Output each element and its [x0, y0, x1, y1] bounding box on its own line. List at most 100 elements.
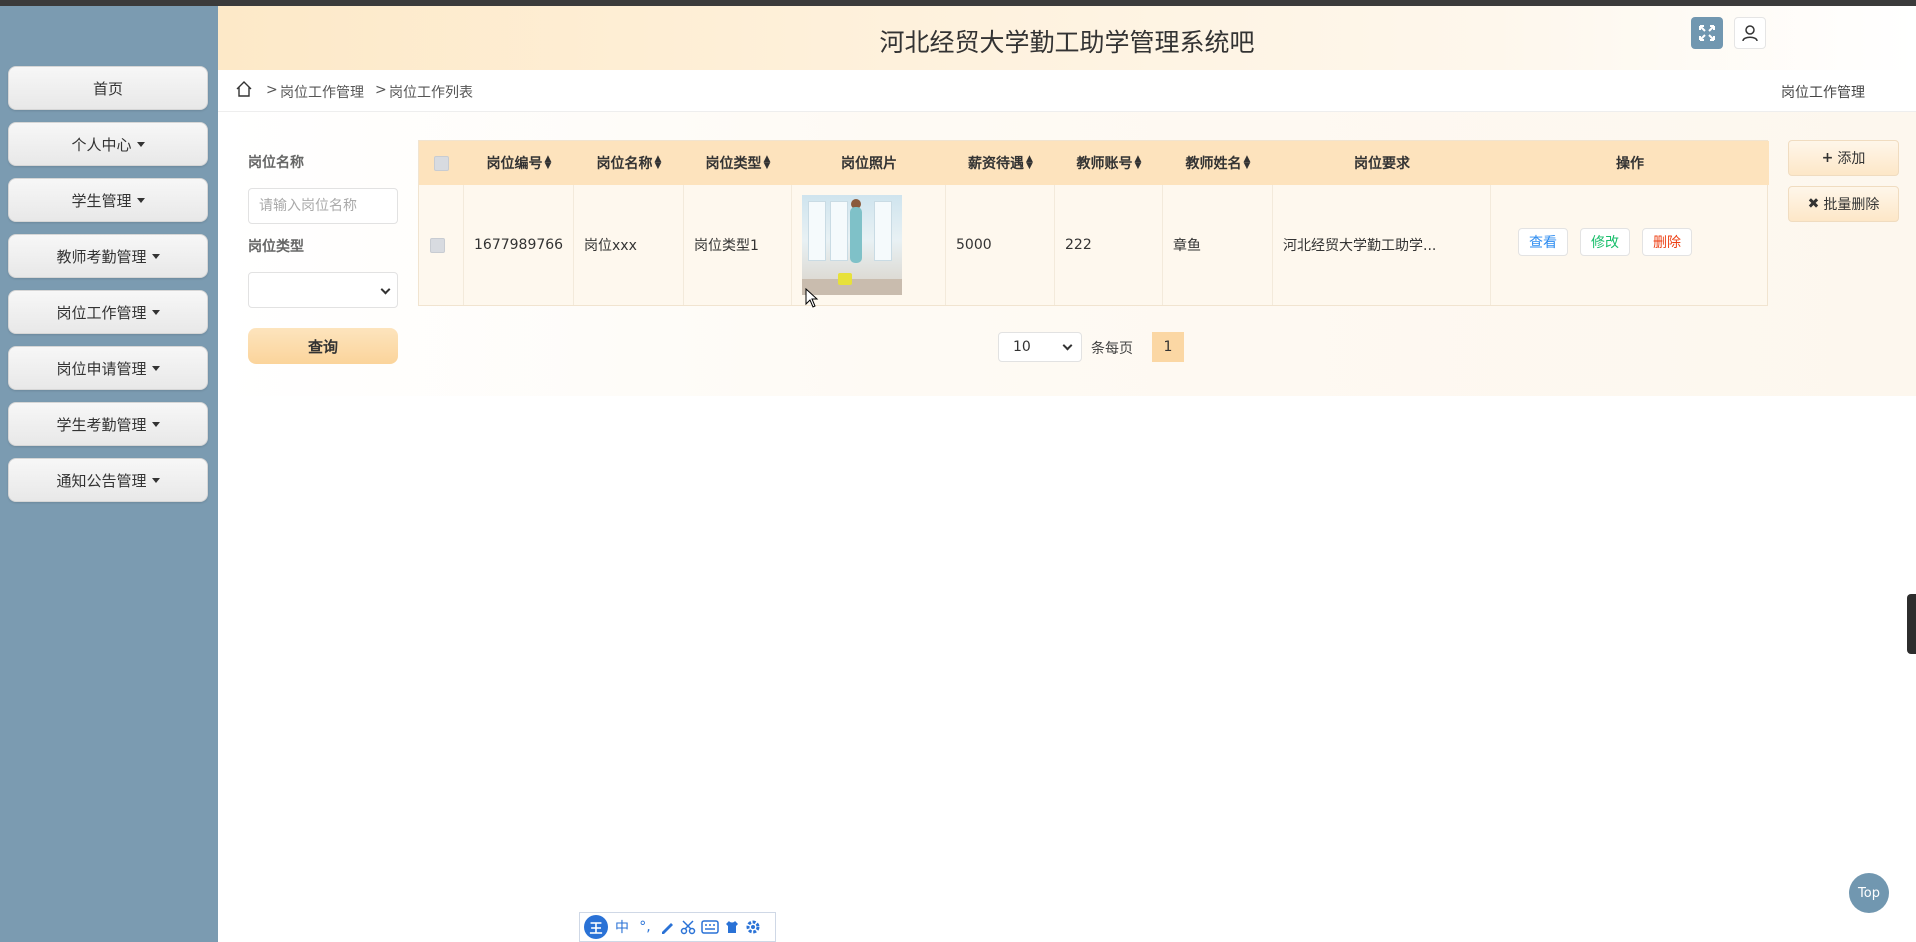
sidebar-item-post-application[interactable]: 岗位申请管理	[8, 346, 208, 390]
ime-language-toggle[interactable]: 中	[613, 917, 631, 937]
col-requirement-label: 岗位要求	[1354, 156, 1410, 172]
col-requirement: 岗位要求	[1273, 141, 1491, 185]
sort-icon: ▲ ▼	[1134, 154, 1142, 171]
page-button-current[interactable]: 1	[1152, 332, 1184, 362]
cell-post-name: 岗位xxx	[574, 185, 684, 305]
row-select-cell	[419, 185, 464, 305]
chevron-down-icon	[380, 284, 391, 295]
keyboard-icon[interactable]	[701, 920, 719, 934]
gear-icon[interactable]	[745, 919, 761, 935]
breadcrumb-separator: >	[375, 82, 387, 98]
fullscreen-button[interactable]	[1691, 17, 1723, 49]
cell-teacher-account: 222	[1055, 185, 1163, 305]
cell-salary: 5000	[946, 185, 1055, 305]
post-type-select[interactable]	[248, 272, 398, 308]
sidebar-item-label: 岗位申请管理	[56, 359, 147, 378]
page-size-select[interactable]: 10	[998, 332, 1082, 362]
chevron-down-icon	[1062, 340, 1073, 351]
mouse-cursor-icon	[805, 288, 819, 308]
photo-window	[808, 201, 826, 261]
col-post-photo: 岗位照片	[792, 141, 946, 185]
user-icon	[1742, 25, 1758, 42]
select-all-cell	[419, 141, 464, 185]
edit-button[interactable]: 修改	[1580, 228, 1630, 256]
sidebar-item-home[interactable]: 首页	[8, 66, 208, 110]
post-name-input[interactable]	[248, 188, 398, 224]
ime-punctuation-toggle[interactable]: °,	[636, 919, 654, 935]
search-button[interactable]: 查询	[248, 328, 398, 364]
sidebar: 首页 个人中心 学生管理 教师考勤管理 岗位工作管理 岗位申请管理 学生考勤管理…	[0, 6, 218, 942]
sort-icon: ▲ ▼	[1243, 154, 1251, 171]
skin-icon[interactable]	[724, 919, 740, 935]
batch-delete-button[interactable]: ✖ 批量删除	[1788, 186, 1899, 222]
photo-window	[874, 201, 892, 261]
select-all-checkbox[interactable]	[434, 155, 449, 171]
side-widget-tab[interactable]	[1907, 594, 1916, 654]
cell-post-type: 岗位类型1	[684, 185, 792, 305]
table-header: 岗位编号 ▲ ▼ 岗位名称 ▲ ▼ 岗位类型 ▲ ▼ 岗位照片 薪资待遇 ▲ ▼ 教师账号 ▲ ▼ …	[419, 141, 1769, 185]
ime-toolbar: 王 中 °,	[579, 912, 776, 942]
breadcrumb-separator: >	[266, 82, 278, 98]
sidebar-item-label: 教师考勤管理	[56, 247, 147, 266]
col-post-id[interactable]: 岗位编号 ▲ ▼	[464, 141, 574, 185]
col-teacher-name[interactable]: 教师姓名 ▲ ▼	[1163, 141, 1273, 185]
photo-window	[830, 201, 848, 261]
close-icon: ✖	[1807, 196, 1820, 212]
cell-post-photo	[792, 185, 946, 305]
caret-down-icon	[151, 365, 160, 371]
col-post-type[interactable]: 岗位类型 ▲ ▼	[684, 141, 792, 185]
page-title: 岗位工作管理	[1781, 85, 1865, 101]
sidebar-item-post-work[interactable]: 岗位工作管理	[8, 290, 208, 334]
sidebar-item-label: 学生管理	[71, 191, 132, 210]
col-teacher-account-label: 教师账号	[1076, 156, 1133, 172]
breadcrumb-post-list: 岗位工作列表	[389, 85, 473, 101]
caret-down-icon	[151, 309, 160, 315]
sidebar-item-student-management[interactable]: 学生管理	[8, 178, 208, 222]
sidebar-item-label: 岗位工作管理	[56, 303, 147, 322]
caret-down-icon	[151, 477, 160, 483]
back-to-top-button[interactable]: Top	[1849, 873, 1889, 913]
sidebar-item-teacher-attendance[interactable]: 教师考勤管理	[8, 234, 208, 278]
app-header: 河北经贸大学勤工助学管理系统吧	[218, 6, 1916, 70]
sort-icon: ▲ ▼	[544, 154, 552, 171]
sort-icon: ▲ ▼	[1026, 154, 1033, 171]
ime-logo-icon[interactable]: 王	[584, 915, 608, 939]
col-post-photo-label: 岗位照片	[841, 156, 897, 172]
post-table: 岗位编号 ▲ ▼ 岗位名称 ▲ ▼ 岗位类型 ▲ ▼ 岗位照片 薪资待遇 ▲ ▼ 教师账号 ▲ ▼ …	[418, 140, 1769, 306]
cell-requirement: 河北经贸大学勤工助学...	[1273, 185, 1491, 305]
col-teacher-account[interactable]: 教师账号 ▲ ▼	[1055, 141, 1163, 185]
app-title: 河北经贸大学勤工助学管理系统吧	[879, 28, 1255, 57]
col-salary[interactable]: 薪资待遇 ▲ ▼	[946, 141, 1055, 185]
user-menu-button[interactable]	[1734, 17, 1766, 49]
expand-icon	[1699, 25, 1715, 41]
row-checkbox[interactable]	[430, 237, 445, 253]
sidebar-item-student-attendance[interactable]: 学生考勤管理	[8, 402, 208, 446]
sidebar-item-personal-center[interactable]: 个人中心	[8, 122, 208, 166]
col-post-id-label: 岗位编号	[486, 156, 543, 172]
breadcrumb-post-work[interactable]: 岗位工作管理	[280, 82, 364, 102]
caret-down-icon	[136, 141, 145, 147]
photo-bucket	[838, 273, 852, 285]
view-button[interactable]: 查看	[1518, 228, 1568, 256]
scissors-icon[interactable]	[680, 919, 696, 935]
sidebar-item-label: 学生考勤管理	[56, 415, 147, 434]
sidebar-item-notice[interactable]: 通知公告管理	[8, 458, 208, 502]
photo-person	[850, 207, 862, 263]
add-button[interactable]: + 添加	[1788, 140, 1899, 176]
col-post-name[interactable]: 岗位名称 ▲ ▼	[574, 141, 684, 185]
col-salary-label: 薪资待遇	[968, 156, 1025, 172]
delete-button[interactable]: 删除	[1642, 228, 1692, 256]
sidebar-item-label: 通知公告管理	[56, 471, 147, 490]
breadcrumb: > 岗位工作管理 > 岗位工作列表 岗位工作管理	[218, 70, 1916, 112]
col-actions-label: 操作	[1616, 156, 1644, 172]
caret-down-icon	[151, 253, 160, 259]
post-photo[interactable]	[802, 195, 902, 295]
pen-icon[interactable]	[659, 919, 675, 935]
sidebar-item-label: 个人中心	[71, 135, 132, 154]
cell-teacher-name: 章鱼	[1163, 185, 1273, 305]
home-icon[interactable]	[235, 80, 253, 98]
plus-icon: +	[1821, 150, 1834, 166]
caret-down-icon	[151, 421, 160, 427]
cell-post-id: 1677989766	[464, 185, 574, 305]
col-teacher-name-label: 教师姓名	[1185, 156, 1242, 172]
